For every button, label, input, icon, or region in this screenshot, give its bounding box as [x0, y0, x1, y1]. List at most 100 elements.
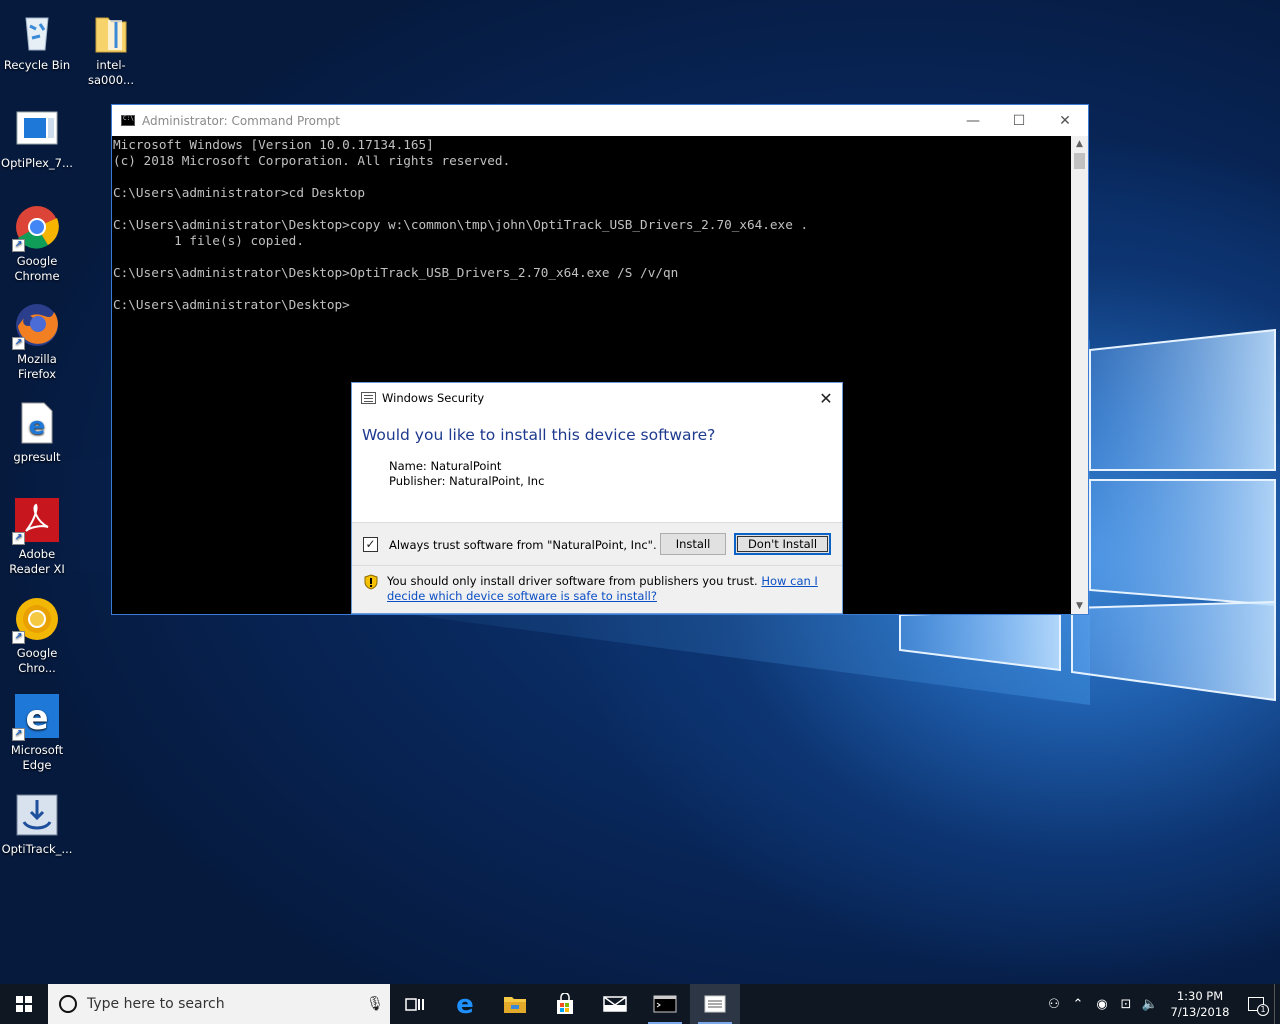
cmd-app-icon — [121, 115, 135, 126]
notification-icon: 1 — [1248, 997, 1269, 1016]
edge-icon: e ↗ — [12, 693, 60, 741]
search-placeholder: Type here to search — [87, 996, 225, 1012]
desktop-icon-label: Google Chrome — [14, 254, 60, 283]
taskbar-edge[interactable]: e — [440, 984, 490, 1024]
dialog-title-bar[interactable]: Windows Security ✕ — [352, 383, 842, 413]
network-icon[interactable]: ⊡ — [1114, 997, 1138, 1012]
software-info: Name: NaturalPoint Publisher: NaturalPoi… — [389, 459, 544, 489]
close-button[interactable]: ✕ — [1042, 105, 1088, 136]
shortcut-arrow-icon: ↗ — [12, 532, 25, 545]
show-desktop-button[interactable] — [1274, 984, 1280, 1024]
desktop-icon-optiplex[interactable]: OptiPlex_7... — [0, 106, 74, 171]
show-hidden-icons-icon[interactable]: ⌃ — [1066, 997, 1090, 1012]
desktop-icon-intel-folder[interactable]: intel-sa000... — [74, 8, 148, 88]
desktop-icon-adobe-reader[interactable]: ↗ Adobe Reader XI — [0, 497, 74, 577]
volume-icon[interactable]: 🔈 — [1138, 997, 1162, 1012]
chrome-tray-icon[interactable]: ◉ — [1090, 997, 1114, 1012]
dialog-footer: ✓ Always trust software from "NaturalPoi… — [352, 522, 842, 613]
document-window-icon — [14, 106, 60, 152]
desktop-icon-label: Microsoft Edge — [10, 743, 64, 772]
warning-shield-icon — [364, 574, 378, 590]
software-publisher: Publisher: NaturalPoint, Inc — [389, 474, 545, 488]
shortcut-arrow-icon: ↗ — [12, 239, 25, 252]
desktop-icon-label: Recycle Bin — [3, 58, 71, 72]
clock-time: 1:30 PM — [1176, 989, 1224, 1003]
cmd-window-title: Administrator: Command Prompt — [142, 113, 340, 128]
security-app-icon — [361, 392, 376, 404]
folder-icon — [88, 8, 134, 54]
desktop-icon-gpresult[interactable]: e gpresult — [0, 400, 74, 465]
minimize-button[interactable]: — — [950, 105, 996, 136]
cmd-title-bar[interactable]: Administrator: Command Prompt — ☐ ✕ — [112, 105, 1088, 136]
desktop-icon-label: Google Chro... — [16, 646, 58, 675]
maximize-button[interactable]: ☐ — [996, 105, 1042, 136]
cmd-scrollbar[interactable]: ▲ ▼ — [1071, 136, 1088, 614]
software-name: Name: NaturalPoint — [389, 459, 502, 473]
edge-icon: e — [456, 992, 474, 1016]
system-tray: ⚇ ⌃ ◉ ⊡ 🔈 1:30 PM 7/13/2018 1 — [1042, 984, 1280, 1024]
warning-text: You should only install driver software … — [387, 574, 758, 588]
microphone-icon[interactable]: 🎙 — [360, 996, 390, 1012]
desktop-icon-label: OptiPlex_7... — [1, 156, 73, 170]
footer-divider — [352, 565, 842, 566]
desktop-icon-label: Mozilla Firefox — [17, 352, 57, 381]
desktop-icon-label: Adobe Reader XI — [9, 547, 65, 576]
taskbar-search-box[interactable]: Type here to search 🎙 — [48, 984, 390, 1024]
clock[interactable]: 1:30 PM 7/13/2018 — [1162, 988, 1238, 1020]
windows-security-dialog[interactable]: Windows Security ✕ Would you like to ins… — [351, 382, 843, 614]
windows-security-icon — [704, 995, 726, 1013]
taskbar-mail[interactable] — [590, 984, 640, 1024]
scrollbar-thumb[interactable] — [1074, 153, 1085, 169]
taskbar-store[interactable] — [540, 984, 590, 1024]
svg-text:e: e — [25, 698, 48, 738]
notification-count: 1 — [1257, 1004, 1269, 1016]
taskbar-file-explorer[interactable] — [490, 984, 540, 1024]
dialog-close-button[interactable]: ✕ — [810, 383, 842, 413]
chrome-canary-icon: ↗ — [12, 596, 60, 644]
shortcut-arrow-icon: ↗ — [12, 337, 25, 350]
start-button[interactable] — [0, 984, 48, 1024]
desktop-icon-google-chrome[interactable]: ↗ Google Chrome — [0, 204, 74, 284]
desktop-icon-microsoft-edge[interactable]: e ↗ Microsoft Edge — [0, 693, 74, 773]
dialog-question: Would you like to install this device so… — [362, 426, 716, 444]
svg-text:e: e — [29, 412, 45, 440]
store-bag-icon — [557, 993, 573, 1014]
taskbar: Type here to search 🎙 e ⚇ ⌃ ◉ ⊡ 🔈 1:30 P… — [0, 984, 1280, 1024]
task-view-icon — [405, 998, 424, 1011]
taskbar-windows-security[interactable] — [690, 984, 740, 1024]
installer-icon — [14, 792, 60, 838]
desktop-icon-recycle-bin[interactable]: Recycle Bin — [0, 8, 74, 73]
file-explorer-icon — [504, 997, 526, 1013]
task-view-button[interactable] — [390, 984, 440, 1024]
always-trust-label[interactable]: Always trust software from "NaturalPoint… — [389, 538, 657, 552]
taskbar-command-prompt[interactable] — [640, 984, 690, 1024]
desktop-icon-mozilla-firefox[interactable]: ↗ Mozilla Firefox — [0, 302, 74, 382]
desktop-icon-label: OptiTrack_... — [1, 842, 73, 856]
warning-message: You should only install driver software … — [387, 574, 837, 604]
desktop-icon-label: intel-sa000... — [88, 58, 134, 87]
chrome-icon: ↗ — [12, 204, 60, 252]
clock-date: 7/13/2018 — [1170, 1005, 1230, 1019]
firefox-icon: ↗ — [12, 302, 60, 350]
scroll-down-icon[interactable]: ▼ — [1071, 598, 1088, 614]
scroll-up-icon[interactable]: ▲ — [1071, 136, 1088, 152]
desktop-icon-label: gpresult — [13, 450, 61, 464]
always-trust-checkbox[interactable]: ✓ — [363, 537, 378, 552]
desktop-icon-optitrack[interactable]: OptiTrack_... — [0, 792, 74, 857]
windows-start-icon — [16, 996, 32, 1012]
desktop-icon-google-chrome-canary[interactable]: ↗ Google Chro... — [0, 596, 74, 676]
adobe-reader-icon: ↗ — [12, 497, 60, 545]
people-icon[interactable]: ⚇ — [1042, 997, 1066, 1012]
shortcut-arrow-icon: ↗ — [12, 728, 25, 741]
action-center-button[interactable]: 1 — [1238, 984, 1274, 1024]
dont-install-button[interactable]: Don't Install — [734, 533, 831, 555]
mail-icon — [603, 996, 627, 1012]
dialog-title: Windows Security — [382, 391, 485, 405]
shortcut-arrow-icon: ↗ — [12, 631, 25, 644]
ie-document-icon: e — [14, 400, 60, 446]
command-prompt-icon — [653, 995, 677, 1013]
install-button[interactable]: Install — [660, 533, 726, 555]
svg-text:e: e — [456, 992, 474, 1016]
recycle-bin-icon — [14, 8, 60, 54]
cortana-icon — [59, 995, 77, 1013]
